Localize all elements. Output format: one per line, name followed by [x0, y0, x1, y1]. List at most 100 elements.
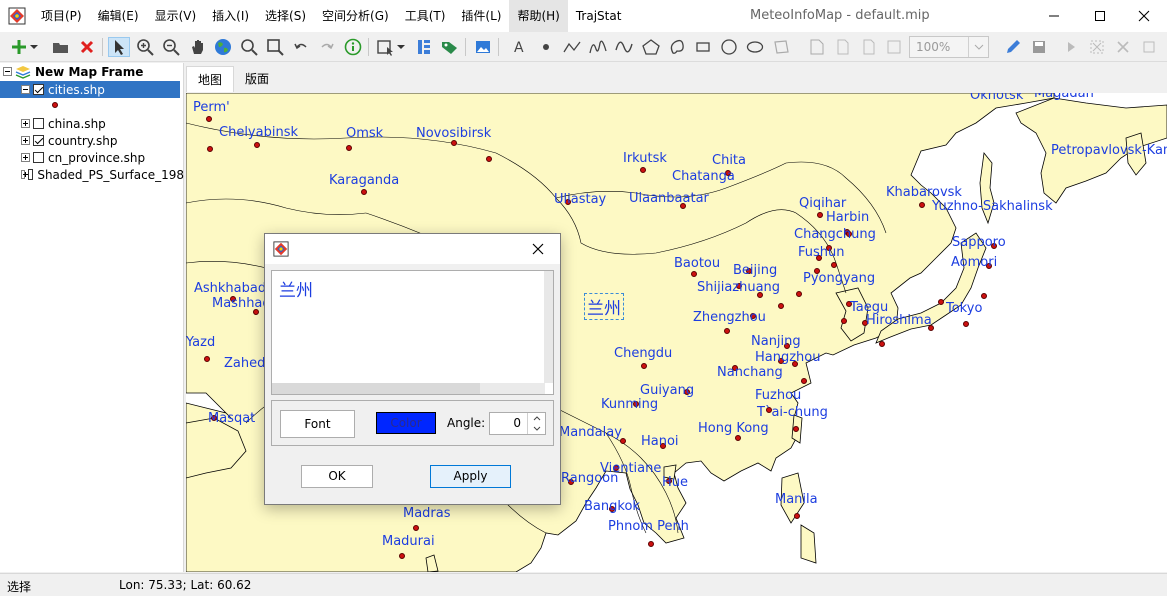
run-button[interactable]	[1060, 37, 1082, 57]
color-button[interactable]: Color	[376, 412, 436, 434]
city-marker	[254, 142, 260, 148]
close-icon	[1138, 10, 1150, 22]
save-feature-button[interactable]	[858, 37, 880, 57]
angle-decrement-button[interactable]	[528, 423, 545, 433]
city-marker	[361, 189, 367, 195]
clear-shapes-button[interactable]	[1138, 37, 1160, 57]
collapse-toggle[interactable]	[3, 67, 12, 76]
undo-button[interactable]	[290, 37, 312, 57]
attribute-table-button[interactable]	[413, 37, 435, 57]
layer-node-country[interactable]: country.shp	[21, 132, 117, 149]
add-curve-button[interactable]	[613, 37, 635, 57]
layer-node-china[interactable]: china.shp	[21, 115, 106, 132]
layer-node-cn-province[interactable]: cn_province.shp	[21, 149, 145, 166]
select-tool-button[interactable]	[108, 37, 130, 57]
add-rectangle-button[interactable]	[692, 37, 714, 57]
city-marker	[841, 318, 847, 324]
select-features-button[interactable]	[375, 37, 407, 57]
maximize-button[interactable]	[1077, 0, 1123, 32]
identify-zoom-button[interactable]	[238, 37, 260, 57]
dialog-close-button[interactable]	[528, 239, 548, 259]
delete-icon	[80, 40, 94, 54]
label-text-area[interactable]: 兰州	[271, 270, 554, 395]
collapse-toggle[interactable]	[21, 85, 30, 94]
layer-node-cities[interactable]: cities.shp	[0, 81, 180, 98]
ok-button[interactable]: OK	[301, 465, 373, 488]
menu-edit[interactable]: 编辑(E)	[90, 0, 147, 32]
city-marker	[641, 363, 647, 369]
add-ellipse-button[interactable]	[744, 37, 766, 57]
delete-selected-button[interactable]	[1086, 37, 1108, 57]
tab-layout[interactable]: 版面	[234, 66, 280, 92]
menu-help[interactable]: 帮助(H)	[509, 0, 568, 32]
layer-node-shaded-surface[interactable]: Shaded_PS_Surface_198	[21, 166, 184, 183]
legend-point-symbol	[52, 102, 58, 108]
city-marker	[778, 303, 784, 309]
layer-visibility-checkbox[interactable]	[33, 118, 44, 129]
close-button[interactable]	[1121, 0, 1167, 32]
cancel-edit-button[interactable]	[1112, 37, 1134, 57]
font-button[interactable]: Font	[280, 410, 355, 438]
view-tabs: 地图 版面	[186, 66, 280, 92]
edit-vertices-button[interactable]	[770, 37, 792, 57]
expand-toggle[interactable]	[21, 153, 30, 162]
layer-visibility-checkbox[interactable]	[33, 152, 44, 163]
vertical-scrollbar[interactable]	[544, 271, 553, 383]
add-circle-button[interactable]	[718, 37, 740, 57]
apply-button[interactable]: Apply	[430, 465, 511, 488]
add-polygon-button[interactable]	[640, 37, 662, 57]
menu-select[interactable]: 选择(S)	[257, 0, 314, 32]
add-picture-button[interactable]	[472, 37, 494, 57]
city-label: Perm'	[193, 100, 230, 115]
menu-plugins[interactable]: 插件(L)	[453, 0, 509, 32]
angle-increment-button[interactable]	[528, 413, 545, 423]
selected-map-label[interactable]: 兰州	[584, 293, 624, 320]
city-label: Manila	[775, 492, 818, 507]
expand-toggle[interactable]	[21, 170, 29, 179]
pan-button[interactable]	[187, 37, 209, 57]
zoom-rect-button[interactable]	[264, 37, 286, 57]
add-point-button[interactable]	[535, 37, 557, 57]
expand-toggle[interactable]	[21, 136, 30, 145]
menu-project[interactable]: 项目(P)	[33, 0, 90, 32]
menu-spatial-analysis[interactable]: 空间分析(G)	[314, 0, 397, 32]
open-button[interactable]	[50, 37, 72, 57]
layer-visibility-checkbox[interactable]	[28, 169, 34, 180]
expand-toggle[interactable]	[21, 119, 30, 128]
map-frame-node[interactable]: New Map Frame	[3, 63, 143, 80]
menu-trajstat[interactable]: TrajStat	[568, 0, 630, 32]
menu-tools[interactable]: 工具(T)	[397, 0, 454, 32]
redo-button[interactable]	[316, 37, 338, 57]
edit-pen-button[interactable]	[1002, 37, 1024, 57]
menu-insert[interactable]: 插入(I)	[204, 0, 257, 32]
tab-map[interactable]: 地图	[186, 66, 235, 92]
add-text-button[interactable]: A	[509, 37, 531, 57]
menu-view[interactable]: 显示(V)	[147, 0, 205, 32]
layer-visibility-checkbox[interactable]	[33, 84, 44, 95]
layer-tree: New Map Frame cities.shp china.shp count…	[0, 63, 184, 572]
minimize-button[interactable]	[1031, 0, 1077, 32]
edit-start-button[interactable]	[806, 37, 828, 57]
zoom-out-button[interactable]	[160, 37, 182, 57]
angle-spinbox[interactable]: 0	[489, 412, 546, 435]
city-label: Masqat	[208, 411, 256, 426]
add-polyline-button[interactable]	[561, 37, 583, 57]
zoom-dropdown-button[interactable]	[968, 37, 988, 57]
save-edits-button[interactable]	[1028, 37, 1050, 57]
add-freehand-button[interactable]	[587, 37, 609, 57]
new-feature-button[interactable]	[832, 37, 854, 57]
city-marker	[794, 513, 800, 519]
add-curve-polygon-button[interactable]	[666, 37, 688, 57]
full-extent-button[interactable]	[212, 37, 234, 57]
zoom-level-combo[interactable]: 100%	[909, 36, 989, 58]
remove-layer-button[interactable]	[76, 37, 98, 57]
add-layer-button[interactable]	[10, 37, 40, 57]
zoom-in-button[interactable]	[134, 37, 156, 57]
horizontal-scrollbar-thumb[interactable]	[272, 383, 480, 394]
city-label: Hangzhou	[755, 350, 821, 365]
layer-visibility-checkbox[interactable]	[33, 135, 44, 146]
label-button[interactable]	[439, 37, 461, 57]
reshape-button[interactable]	[883, 37, 905, 57]
info-button[interactable]	[342, 37, 364, 57]
window-title: MeteoInfoMap - default.mip	[750, 8, 930, 23]
